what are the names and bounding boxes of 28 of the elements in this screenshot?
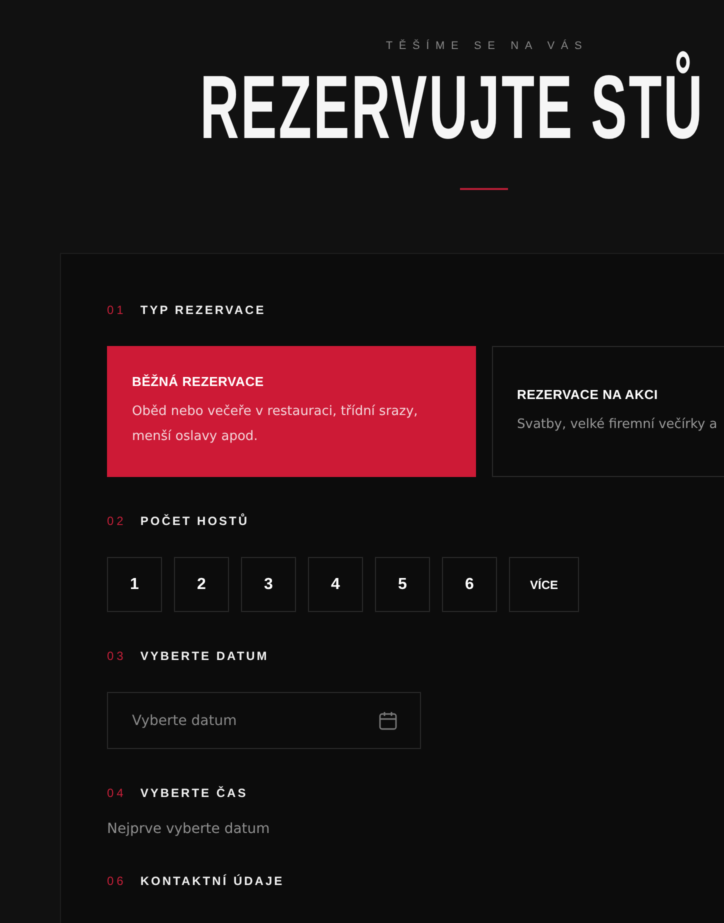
guest-count-button[interactable]: 6 — [442, 557, 497, 612]
section-label: VYBERTE DATUM — [140, 649, 269, 663]
section-label: VYBERTE ČAS — [140, 786, 248, 800]
section-label: TYP REZERVACE — [140, 303, 266, 317]
guest-count-button[interactable]: VÍCE — [509, 557, 579, 612]
reservation-type-card[interactable]: BĚŽNÁ REZERVACE Oběd nebo večeře v restauraci, třídní srazy, menší oslavy apod. — [107, 346, 476, 477]
page-title: REZERVUJTE STŮ — [200, 52, 704, 164]
calendar-icon — [379, 711, 397, 730]
section-label: POČET HOSTŮ — [140, 514, 250, 528]
card-title: BĚŽNÁ REZERVACE — [132, 374, 265, 389]
step-number: 03 — [107, 649, 126, 663]
hint-text: Nejprve vyberte datum — [107, 821, 271, 837]
section-label: KONTAKTNÍ ÚDAJE — [140, 874, 284, 888]
guest-count-button[interactable]: 4 — [308, 557, 363, 612]
date-field[interactable]: Vyberte datum — [107, 692, 421, 749]
eyebrow-text: TĚŠÍME SE NA VÁS — [386, 40, 588, 52]
guest-count-button[interactable]: 3 — [241, 557, 296, 612]
reservation-type-card[interactable]: REZERVACE NA AKCI Svatby, velké firemní večírky a — [492, 346, 724, 477]
card-title: REZERVACE NA AKCI — [517, 386, 659, 402]
step-number: 04 — [107, 786, 126, 800]
step-number: 01 — [107, 303, 126, 317]
guest-count-button[interactable]: 5 — [375, 557, 430, 612]
step-number: 06 — [107, 874, 126, 888]
step-number: 02 — [107, 514, 126, 528]
guest-count-button[interactable]: 1 — [107, 557, 162, 612]
card-description: Oběd nebo večeře v restauraci, třídní srazy, menší oslavy apod. — [132, 403, 419, 446]
card-description: Svatby, velké firemní večírky a — [517, 416, 718, 434]
guest-count-button[interactable]: 2 — [174, 557, 229, 612]
